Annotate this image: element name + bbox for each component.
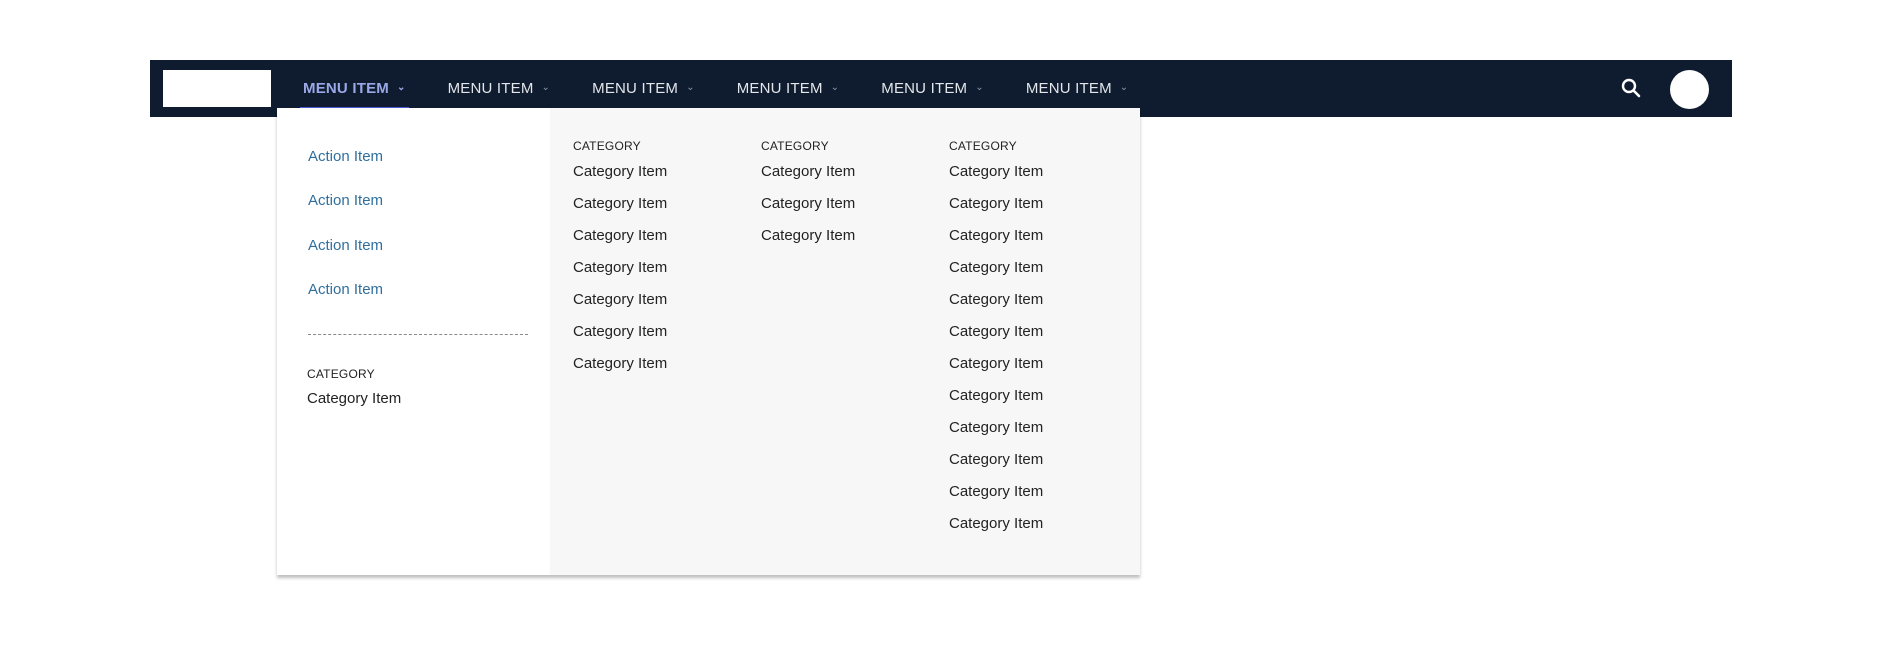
chevron-down-icon: ⌄: [830, 82, 840, 93]
menu-item-label: MENU ITEM: [736, 80, 823, 97]
category-column-3: CATEGORY Category Item Category Item Catego…: [949, 136, 1043, 540]
search-icon[interactable]: [1619, 76, 1643, 100]
category-item[interactable]: Category Item: [949, 412, 1043, 444]
category-item[interactable]: Category Item: [761, 220, 855, 252]
category-item[interactable]: Category Item: [949, 348, 1043, 380]
action-item[interactable]: Action Item: [308, 281, 383, 298]
chevron-down-icon: ⌄: [1119, 82, 1129, 93]
action-item[interactable]: Action Item: [308, 192, 383, 209]
mega-menu-dropdown: Action Item Action Item Action Item Acti…: [277, 108, 1140, 575]
category-item[interactable]: Category Item: [573, 348, 667, 380]
action-item[interactable]: Action Item: [308, 148, 383, 165]
chevron-down-icon: ⌄: [975, 82, 984, 93]
category-header: CATEGORY: [307, 367, 375, 381]
category-item[interactable]: Category Item: [573, 252, 667, 284]
category-item[interactable]: Category Item: [949, 284, 1043, 316]
category-item[interactable]: Category Item: [307, 390, 401, 407]
chevron-down-icon: ⌄: [396, 82, 406, 93]
category-item[interactable]: Category Item: [949, 316, 1043, 348]
chevron-down-icon: ⌄: [541, 82, 551, 93]
category-item[interactable]: Category Item: [949, 252, 1043, 284]
divider: [308, 334, 528, 335]
category-item[interactable]: Category Item: [573, 220, 667, 252]
category-column-2: CATEGORY Category Item Category Item Catego…: [761, 136, 855, 252]
category-item[interactable]: Category Item: [949, 220, 1043, 252]
action-item[interactable]: Action Item: [308, 237, 383, 254]
category-item[interactable]: Category Item: [573, 156, 667, 188]
category-item[interactable]: Category Item: [573, 188, 667, 220]
category-item[interactable]: Category Item: [761, 156, 855, 188]
category-column-1: CATEGORY Category Item Category Item Catego…: [573, 136, 667, 380]
category-item[interactable]: Category Item: [949, 444, 1043, 476]
category-header: CATEGORY: [949, 139, 1017, 153]
category-item[interactable]: Category Item: [949, 156, 1043, 188]
category-header: CATEGORY: [761, 139, 829, 153]
category-item[interactable]: Category Item: [761, 188, 855, 220]
category-header: CATEGORY: [573, 139, 641, 153]
category-item[interactable]: Category Item: [949, 380, 1043, 412]
menu-item-label: MENU ITEM: [303, 80, 389, 97]
chevron-down-icon: ⌄: [686, 82, 695, 93]
logo[interactable]: [163, 70, 271, 107]
category-item[interactable]: Category Item: [949, 476, 1043, 508]
menu-item-label: MENU ITEM: [881, 80, 968, 97]
category-item[interactable]: Category Item: [949, 508, 1043, 540]
avatar[interactable]: [1670, 70, 1709, 109]
category-item[interactable]: Category Item: [573, 316, 667, 348]
category-item[interactable]: Category Item: [949, 188, 1043, 220]
menu-item-label: MENU ITEM: [447, 80, 534, 97]
category-item[interactable]: Category Item: [573, 284, 667, 316]
menu-item-label: MENU ITEM: [1025, 80, 1112, 97]
actions-panel: Action Item Action Item Action Item Acti…: [277, 108, 550, 575]
menu-item-label: MENU ITEM: [592, 80, 679, 97]
